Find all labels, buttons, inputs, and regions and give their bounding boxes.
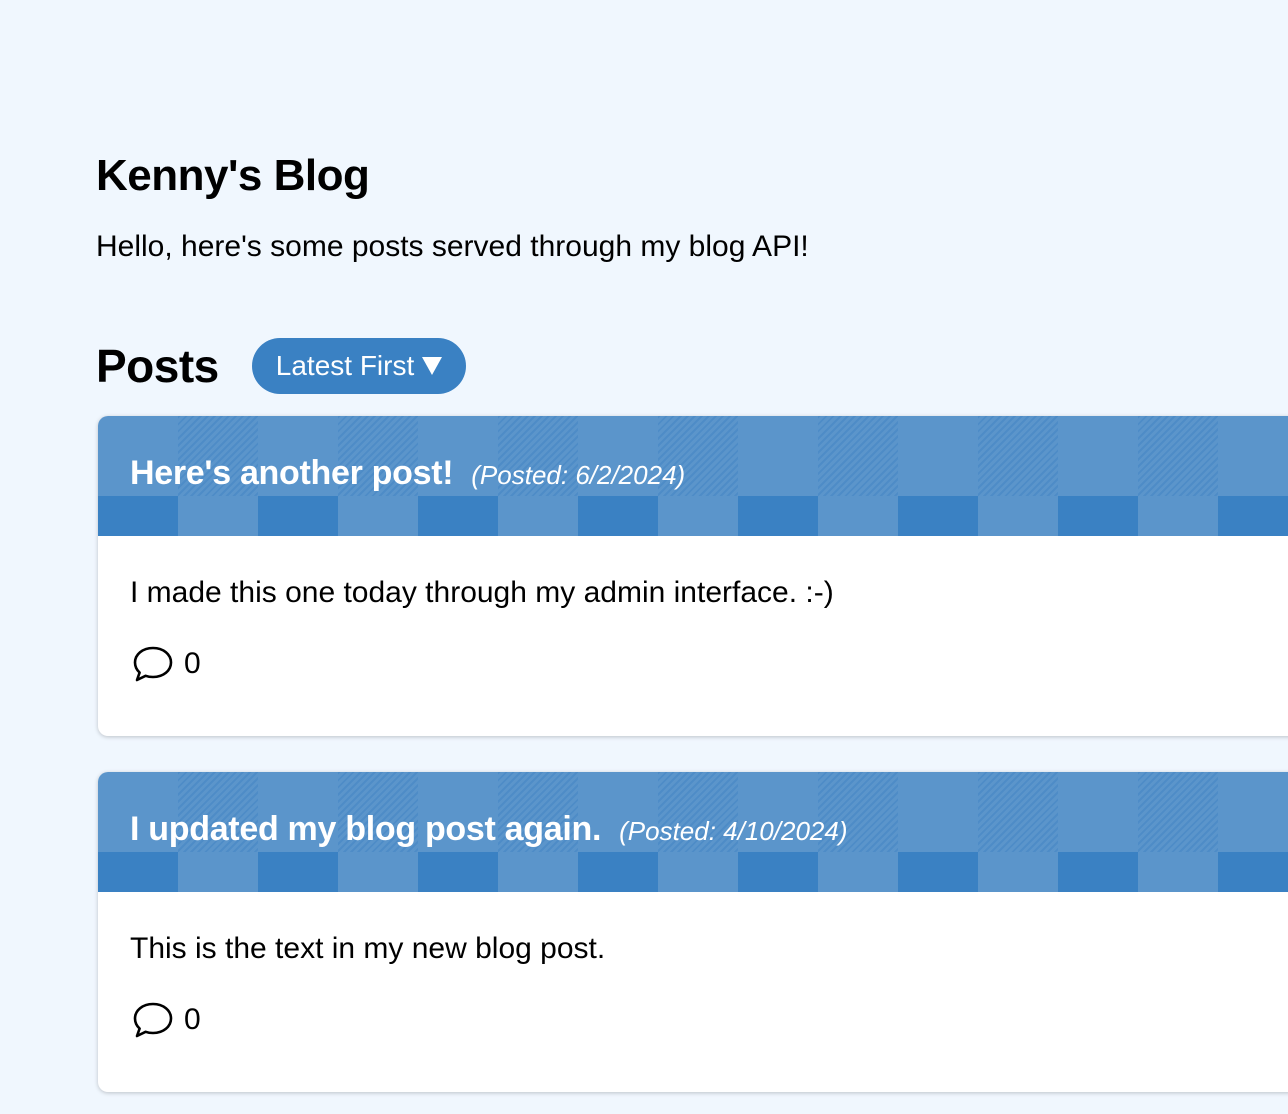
post-date: (Posted: 4/10/2024) xyxy=(619,816,848,846)
blog-intro: Hello, here's some posts served through … xyxy=(96,230,809,263)
speech-bubble-icon xyxy=(132,644,174,684)
sort-order-label: Latest First xyxy=(275,350,415,381)
post-title-line: Here's another post! (Posted: 6/2/2024) xyxy=(130,454,685,498)
comment-count: 0 xyxy=(184,1003,201,1036)
post-title-line: I updated my blog post again. (Posted: 4… xyxy=(130,810,848,854)
header-pattern-strip xyxy=(98,852,1288,892)
blog-title: Kenny's Blog xyxy=(96,151,370,200)
post-card: Here's another post! (Posted: 6/2/2024) … xyxy=(98,416,1288,736)
post-header: Here's another post! (Posted: 6/2/2024) xyxy=(98,416,1288,536)
sort-order-button[interactable]: Latest First xyxy=(251,338,467,394)
post-card: I updated my blog post again. (Posted: 4… xyxy=(98,772,1288,1092)
post-body: I made this one today through my admin i… xyxy=(130,576,834,609)
post-title[interactable]: I updated my blog post again. xyxy=(130,810,601,849)
header-pattern-strip xyxy=(98,496,1288,536)
comments-link[interactable]: 0 xyxy=(132,644,201,684)
post-body: This is the text in my new blog post. xyxy=(130,932,606,965)
speech-bubble-icon xyxy=(132,1000,174,1040)
post-date: (Posted: 6/2/2024) xyxy=(471,460,686,490)
caret-down-icon xyxy=(422,357,443,375)
posts-header: Posts Latest First xyxy=(96,338,467,394)
comments-link[interactable]: 0 xyxy=(132,1000,201,1040)
post-header: I updated my blog post again. (Posted: 4… xyxy=(98,772,1288,892)
posts-title: Posts xyxy=(96,340,219,392)
post-title[interactable]: Here's another post! xyxy=(130,454,454,493)
comment-count: 0 xyxy=(184,647,201,680)
